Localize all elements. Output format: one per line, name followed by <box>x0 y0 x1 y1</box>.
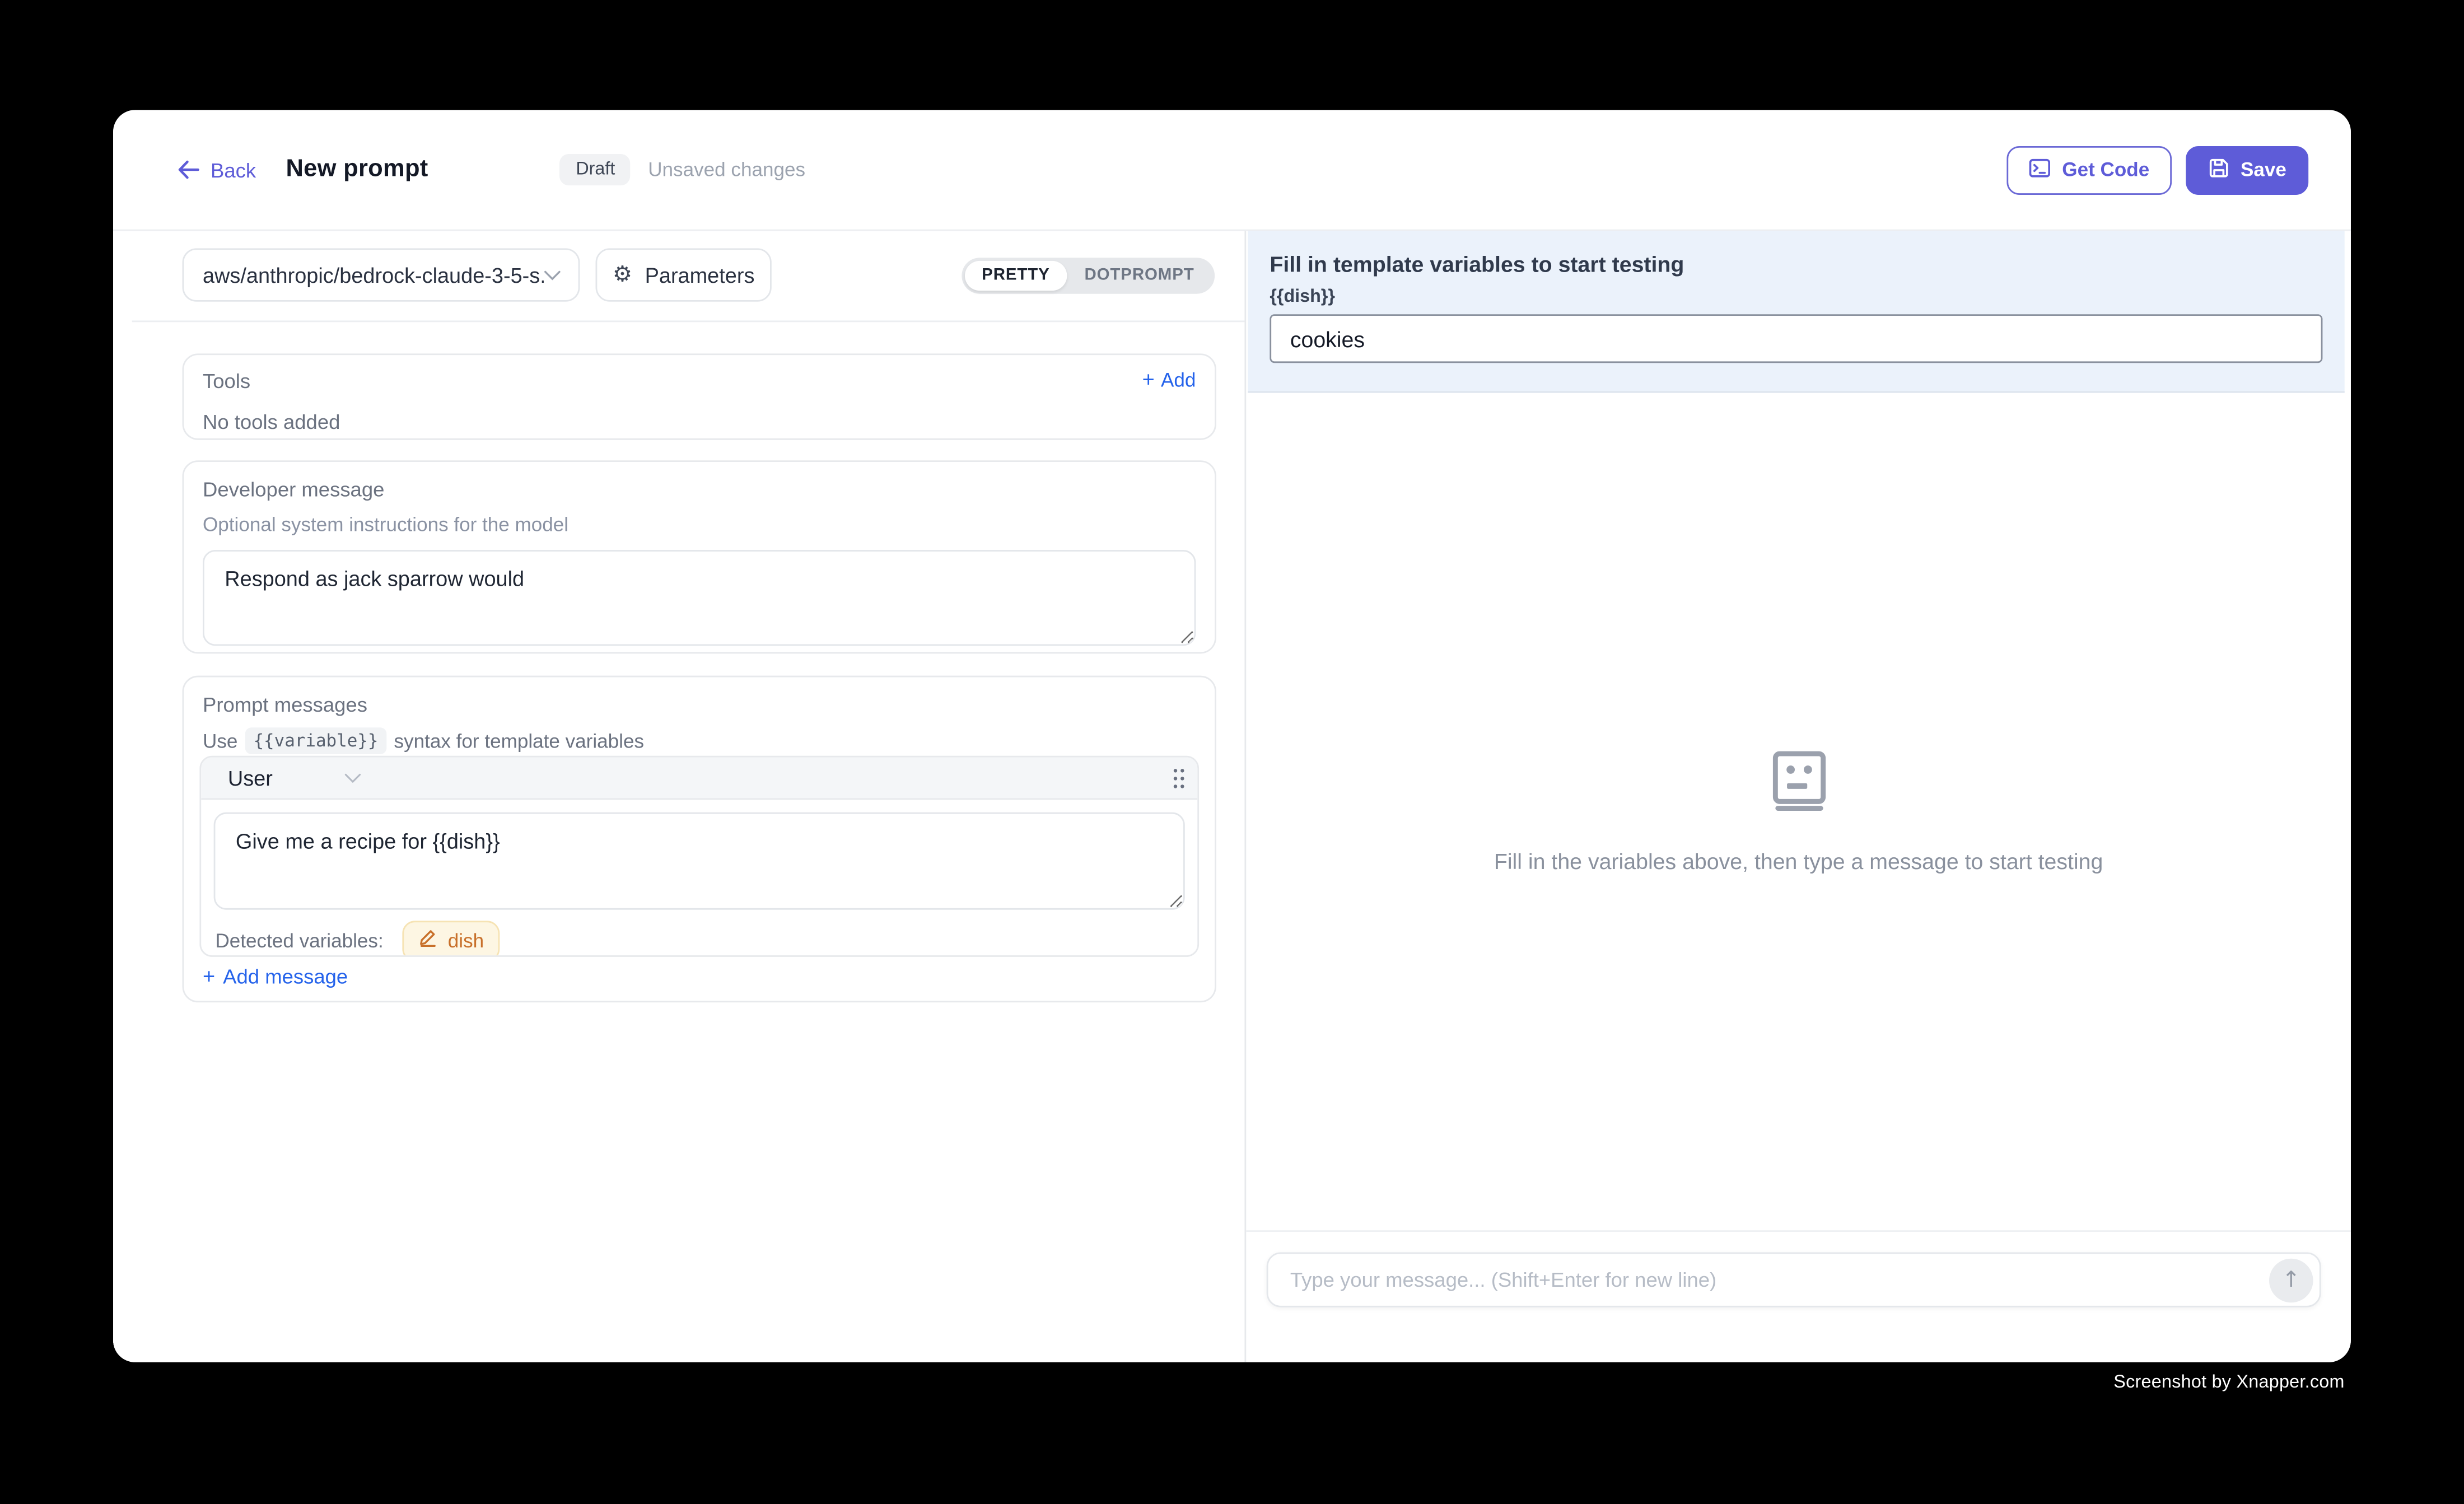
composer-divider <box>1246 1230 2351 1232</box>
message-body: Give me a recipe for {{dish}} Detected v… <box>201 800 1197 957</box>
prompt-tester-panel: Fill in template variables to start test… <box>1244 231 2351 1362</box>
send-arrow-button[interactable] <box>2269 1258 2313 1302</box>
tools-section: Tools + Add No tools added <box>183 353 1216 440</box>
tools-empty-text: No tools added <box>203 410 1196 433</box>
robot-face-icon <box>1772 751 1825 819</box>
drag-handle-icon[interactable] <box>1171 766 1187 790</box>
add-tool-button[interactable]: + Add <box>1142 369 1196 391</box>
prompt-message-card: User <box>199 756 1199 957</box>
hint-suffix: syntax for template variables <box>394 730 644 751</box>
model-selector[interactable]: aws/anthropic/bedrock-claude-3-5-s... <box>183 248 580 301</box>
prompt-editor-panel: aws/anthropic/bedrock-claude-3-5-s... Pa… <box>113 231 1244 1362</box>
tools-header: Tools + Add <box>203 369 1196 393</box>
model-toolbar: aws/anthropic/bedrock-claude-3-5-s... Pa… <box>183 248 1215 301</box>
back-button[interactable]: Back <box>178 158 256 181</box>
template-syntax-hint: Use {{variable}} syntax for template var… <box>203 727 1196 754</box>
variable-value-input[interactable] <box>1270 314 2322 363</box>
parameters-label: Parameters <box>645 263 755 287</box>
developer-message-section: Developer message Optional system instru… <box>183 460 1216 653</box>
chevron-down-icon[interactable] <box>343 764 361 792</box>
tools-title: Tools <box>203 369 250 393</box>
screenshot-stage: Back New prompt Draft Unsaved changes Ge… <box>0 0 2464 1503</box>
variables-box-title: Fill in template variables to start test… <box>1270 251 2322 277</box>
add-tool-label: Add <box>1161 369 1196 391</box>
gear-icon <box>613 261 632 289</box>
toggle-option-pretty[interactable]: PRETTY <box>964 260 1067 289</box>
message-role-header: User <box>201 758 1197 800</box>
detected-variables-row: Detected variables: dish <box>214 921 1185 957</box>
get-code-label: Get Code <box>2062 158 2149 180</box>
toolbar-divider <box>132 320 1245 322</box>
chat-empty-state: Fill in the variables above, then type a… <box>1246 394 2351 1230</box>
plus-icon: + <box>1142 370 1155 391</box>
add-message-label: Add message <box>223 965 348 988</box>
terminal-icon <box>2029 156 2051 183</box>
variable-syntax-chip: {{variable}} <box>245 727 386 754</box>
save-label: Save <box>2241 158 2286 180</box>
get-code-button[interactable]: Get Code <box>2007 146 2171 194</box>
chevron-down-icon <box>544 261 561 289</box>
status-badge: Draft <box>560 154 631 185</box>
detected-variables-label: Detected variables: <box>215 930 383 952</box>
save-button[interactable]: Save <box>2186 146 2308 194</box>
chat-composer <box>1267 1252 2321 1307</box>
variable-chip-dish[interactable]: dish <box>402 921 500 957</box>
format-toggle: PRETTY DOTPROMPT <box>962 257 1215 293</box>
prompt-messages-title: Prompt messages <box>203 693 1196 716</box>
prompt-messages-section: Prompt messages Use {{variable}} syntax … <box>183 676 1216 1003</box>
model-selector-value: aws/anthropic/bedrock-claude-3-5-s... <box>203 263 544 287</box>
plus-icon: + <box>203 966 215 987</box>
back-label: Back <box>211 158 256 181</box>
page-title: New prompt <box>286 156 428 184</box>
header-actions: Get Code Save <box>2007 146 2308 194</box>
watermark-text: Screenshot by Xnapper.com <box>2113 1374 2344 1393</box>
template-variables-box: Fill in template variables to start test… <box>1248 231 2345 393</box>
prompt-editor-window: Back New prompt Draft Unsaved changes Ge… <box>113 110 2351 1362</box>
developer-message-title: Developer message <box>203 478 1196 501</box>
variable-chip-label: dish <box>448 930 484 952</box>
window-content: aws/anthropic/bedrock-claude-3-5-s... Pa… <box>113 231 2351 1362</box>
back-arrow-icon <box>178 160 199 179</box>
developer-message-textarea[interactable]: Respond as jack sparrow would <box>203 550 1196 646</box>
variable-name-label: {{dish}} <box>1270 288 2322 307</box>
parameters-button[interactable]: Parameters <box>596 248 772 301</box>
role-select-value[interactable]: User <box>228 766 273 790</box>
message-textarea[interactable]: Give me a recipe for {{dish}} <box>214 812 1185 910</box>
toggle-option-dotprompt[interactable]: DOTPROMPT <box>1067 260 1212 289</box>
add-message-button[interactable]: + Add message <box>203 965 348 988</box>
unsaved-changes-note: Unsaved changes <box>648 158 805 180</box>
empty-state-message: Fill in the variables above, then type a… <box>1494 848 2103 874</box>
save-disk-icon <box>2208 156 2229 183</box>
hint-prefix: Use <box>203 730 237 751</box>
pencil-icon <box>418 927 438 956</box>
header: Back New prompt Draft Unsaved changes Ge… <box>113 110 2351 231</box>
developer-message-subtitle: Optional system instructions for the mod… <box>203 514 1196 536</box>
chat-message-input[interactable] <box>1268 1268 2269 1292</box>
